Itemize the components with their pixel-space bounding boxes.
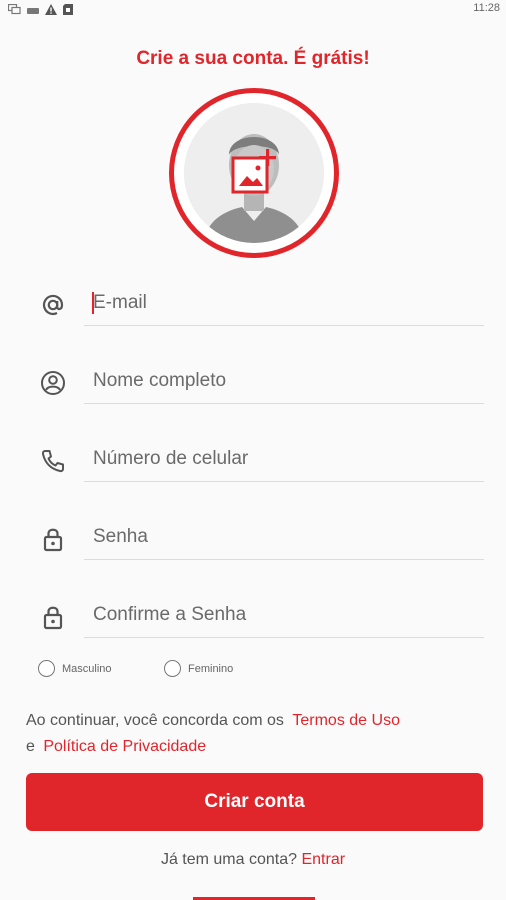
user-circle-icon — [40, 370, 66, 396]
confirm-password-row — [0, 580, 506, 658]
gender-male-label: Masculino — [62, 662, 112, 675]
terms-text: Ao continuar, você concorda com os Termo… — [26, 708, 486, 760]
radio-button[interactable] — [164, 660, 181, 677]
status-bar: 11:28 — [0, 0, 506, 18]
phone-row — [0, 424, 506, 502]
add-photo-icon[interactable] — [230, 148, 280, 198]
login-link[interactable]: Entrar — [301, 851, 345, 868]
terms-prefix: Ao continuar, você concorda com os — [26, 712, 284, 729]
full-name-row — [0, 346, 506, 424]
at-icon — [40, 292, 66, 318]
sd-card-icon — [63, 2, 73, 20]
lock-icon — [40, 604, 66, 630]
page-title: Crie a sua conta. É grátis! — [136, 48, 370, 69]
terms-of-use-link[interactable]: Termos de Uso — [292, 712, 400, 729]
warning-icon — [45, 2, 57, 20]
radio-button[interactable] — [38, 660, 55, 677]
create-account-button[interactable]: Criar conta — [26, 773, 483, 831]
phone-icon — [40, 448, 66, 474]
confirm-password-field[interactable] — [84, 592, 484, 638]
gender-female-label: Feminino — [188, 662, 234, 675]
gender-option-male[interactable]: Masculino — [38, 660, 112, 677]
email-field[interactable] — [84, 280, 484, 326]
login-prompt: Já tem uma conta? — [160, 851, 298, 868]
keyboard-icon — [27, 2, 39, 20]
full-name-field[interactable] — [84, 358, 484, 404]
terms-connector: e — [26, 738, 35, 755]
status-icons — [7, 2, 73, 20]
password-field[interactable] — [84, 514, 484, 560]
privacy-policy-link[interactable]: Política de Privacidade — [43, 738, 206, 755]
lock-icon — [40, 526, 66, 552]
gender-radio-group: Masculino Feminino — [0, 660, 506, 682]
text-cursor — [92, 292, 94, 314]
email-row — [0, 268, 506, 346]
phone-field[interactable] — [84, 436, 484, 482]
login-prompt-row: Já tem uma conta? Entrar — [0, 851, 506, 869]
status-time: 11:28 — [473, 2, 500, 14]
chat-icon — [7, 2, 21, 20]
gender-option-female[interactable]: Feminino — [164, 660, 233, 677]
password-row — [0, 502, 506, 580]
